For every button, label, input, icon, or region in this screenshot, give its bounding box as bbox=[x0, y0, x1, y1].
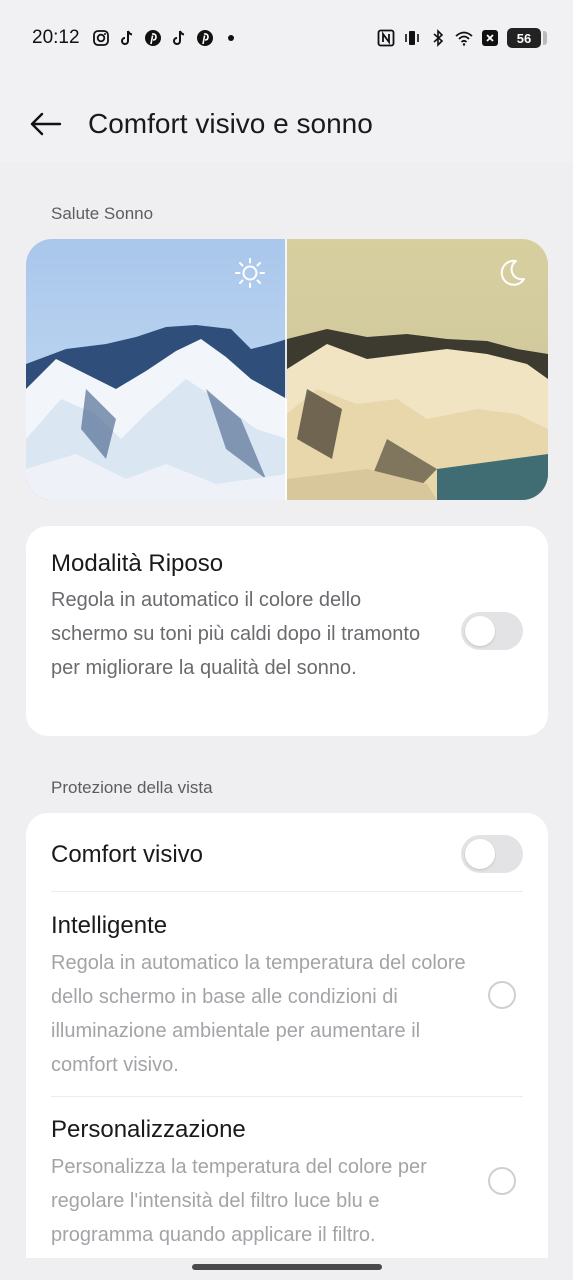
moon-icon bbox=[500, 259, 525, 286]
wifi-icon bbox=[455, 29, 473, 47]
app-header: Comfort visivo e sonno bbox=[0, 86, 573, 162]
section-label-sleep: Salute Sonno bbox=[51, 204, 154, 223]
section-label-eye-protection: Protezione della vista bbox=[51, 778, 213, 797]
rest-mode-description: Regola in automatico il colore dello sch… bbox=[51, 589, 421, 679]
battery-indicator: 56 bbox=[507, 28, 547, 48]
system-icons: 56 bbox=[377, 28, 547, 48]
eye-comfort-title: Comfort visivo bbox=[51, 841, 204, 868]
option-intelligent-title: Intelligente bbox=[51, 912, 168, 939]
dot-icon bbox=[222, 29, 240, 47]
option-custom-title: Personalizzazione bbox=[51, 1116, 246, 1143]
tiktok-icon bbox=[118, 29, 136, 47]
notification-icons bbox=[92, 29, 240, 47]
tiktok-icon bbox=[170, 29, 188, 47]
bluetooth-icon bbox=[429, 29, 447, 47]
pinterest-icon bbox=[144, 29, 162, 47]
preview-divider bbox=[285, 239, 287, 500]
eye-comfort-row[interactable]: Comfort visivo bbox=[26, 813, 548, 891]
rest-mode-card[interactable]: Modalità Riposo Regola in automatico il … bbox=[26, 526, 548, 736]
back-button[interactable] bbox=[26, 104, 66, 144]
instagram-icon bbox=[92, 29, 110, 47]
option-intelligent-radio[interactable] bbox=[488, 981, 516, 1009]
option-intelligent[interactable]: Intelligente Regola in automatico la tem… bbox=[26, 892, 548, 1096]
toggle-knob bbox=[465, 616, 495, 646]
option-custom-description: Personalizza la temperatura del colore p… bbox=[51, 1156, 427, 1246]
option-custom[interactable]: Personalizzazione Personalizza la temper… bbox=[26, 1097, 548, 1258]
eye-comfort-toggle[interactable] bbox=[461, 835, 523, 873]
rest-mode-toggle[interactable] bbox=[461, 612, 523, 650]
status-time: 20:12 bbox=[32, 27, 80, 48]
sun-icon bbox=[235, 258, 265, 288]
vibrate-icon bbox=[403, 29, 421, 47]
page-title: Comfort visivo e sonno bbox=[88, 108, 373, 139]
home-indicator[interactable] bbox=[191, 1264, 382, 1270]
rest-mode-title: Modalità Riposo bbox=[51, 550, 224, 577]
arrow-left-icon bbox=[30, 112, 62, 136]
nfc-icon bbox=[377, 29, 395, 47]
status-bar: 20:12 56 bbox=[0, 0, 573, 76]
toggle-knob bbox=[465, 839, 495, 869]
eye-protection-card: Comfort visivo Intelligente Regola in au… bbox=[26, 813, 548, 1258]
no-sim-icon bbox=[481, 29, 499, 47]
option-custom-radio[interactable] bbox=[488, 1167, 516, 1195]
pinterest-icon bbox=[196, 29, 214, 47]
option-intelligent-description: Regola in automatico la temperatura del … bbox=[51, 952, 466, 1076]
sleep-preview-image bbox=[26, 239, 548, 500]
